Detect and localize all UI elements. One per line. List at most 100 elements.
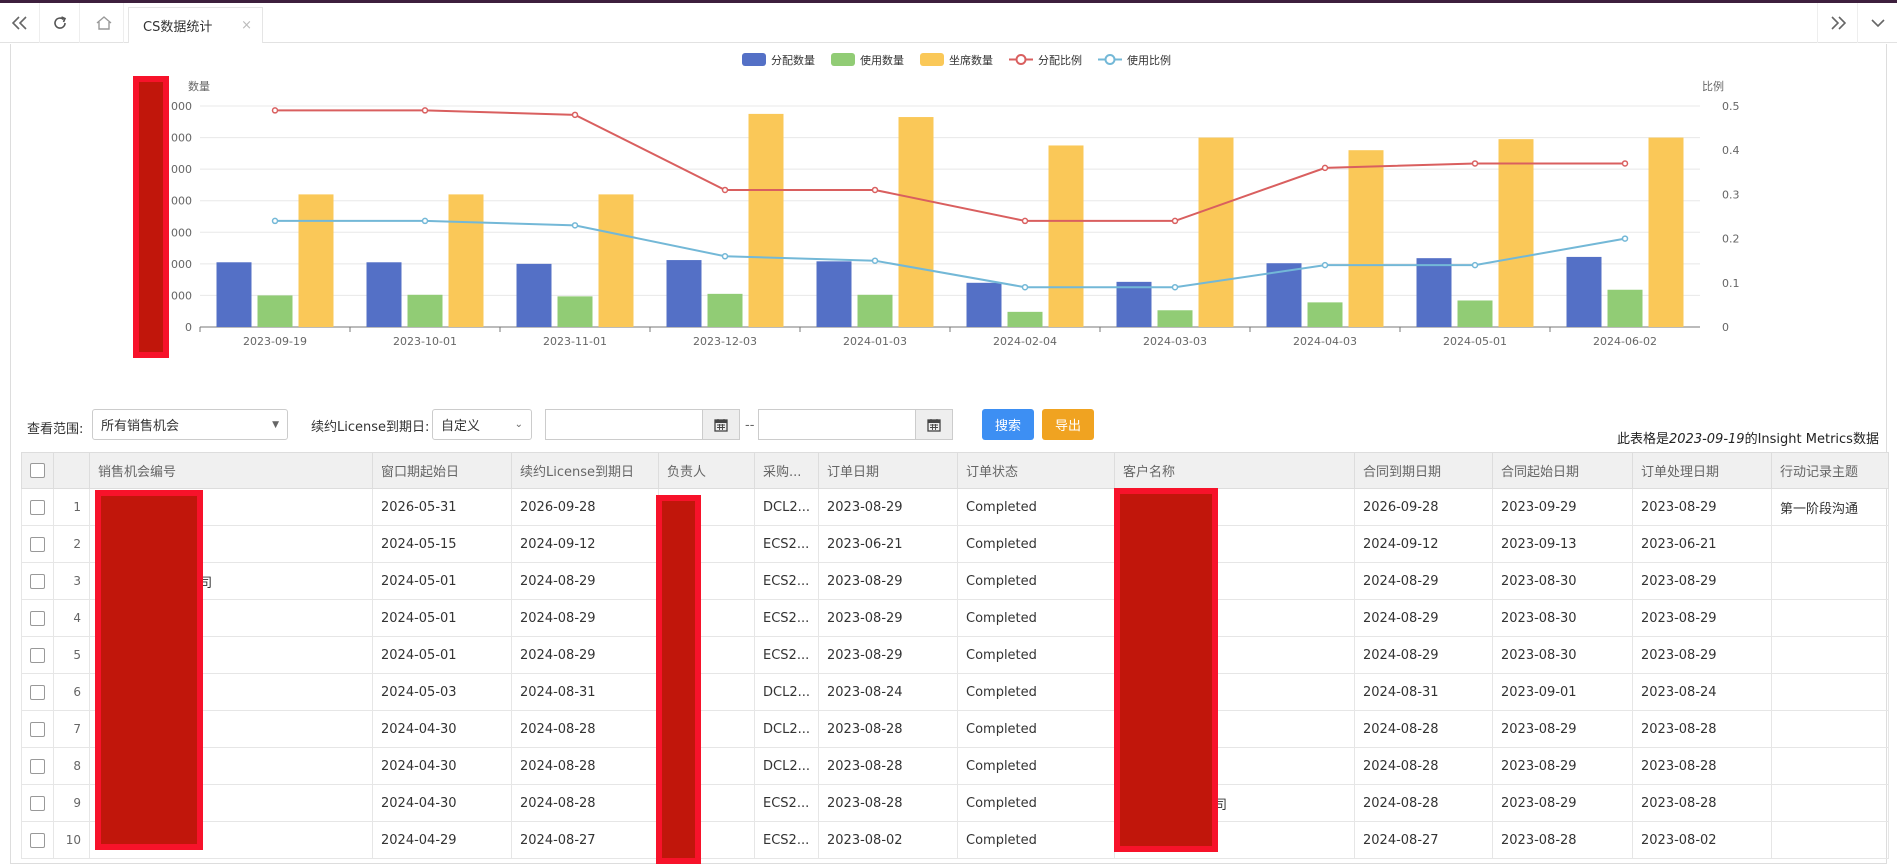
scope-select[interactable]: 所有销售机会 ▼ — [92, 409, 288, 440]
row-checkbox[interactable] — [30, 795, 45, 811]
col-purchase[interactable]: 采购... — [754, 452, 819, 489]
end-date-picker-button[interactable] — [915, 409, 953, 440]
export-button[interactable]: 导出 — [1042, 409, 1094, 440]
col-opportunity-no[interactable]: 销售机会编号 — [89, 452, 373, 489]
bar-坐席数量[interactable] — [1198, 137, 1234, 327]
bar-分配数量[interactable] — [1416, 258, 1452, 327]
point-使用比例[interactable] — [1171, 283, 1179, 291]
renew-range-select[interactable]: 自定义 ⌄ — [432, 409, 532, 440]
close-tab-icon[interactable]: × — [241, 18, 252, 33]
point-使用比例[interactable] — [1321, 261, 1329, 269]
row-checkbox[interactable] — [30, 684, 45, 700]
table-row[interactable]: 5咨询(北2024-05-012024-08-29ECS2...2023-08-… — [21, 636, 1889, 674]
point-分配比例[interactable] — [1171, 217, 1179, 225]
cell-action-subject[interactable] — [1771, 673, 1889, 711]
legend-swatch[interactable] — [742, 53, 766, 66]
select-all-cell[interactable] — [21, 452, 54, 489]
table-row[interactable]: 2 2024-05-15 2024-09-12 ECS2... 2023-06-21 Co… — [21, 525, 1889, 563]
tab-menu-button[interactable] — [1857, 3, 1897, 43]
col-window-start[interactable]: 窗口期起始日 — [372, 452, 512, 489]
cell-action-subject[interactable] — [1771, 562, 1889, 600]
legend-label[interactable]: 使用数量 — [860, 54, 904, 67]
bar-坐席数量[interactable] — [1348, 150, 1384, 327]
row-select-cell[interactable] — [21, 673, 54, 711]
bar-使用数量[interactable] — [1457, 300, 1493, 327]
point-使用比例[interactable] — [271, 217, 279, 225]
bar-使用数量[interactable] — [407, 294, 443, 327]
row-checkbox[interactable] — [30, 610, 45, 626]
home-button[interactable] — [84, 3, 124, 43]
col-order-status[interactable]: 订单状态 — [957, 452, 1115, 489]
bar-使用数量[interactable] — [857, 294, 893, 327]
point-使用比例[interactable] — [571, 222, 579, 229]
col-customer-name[interactable]: 客户名称 — [1114, 452, 1355, 489]
scroll-left-button[interactable] — [0, 3, 40, 43]
bar-使用数量[interactable] — [1157, 310, 1193, 327]
point-分配比例[interactable] — [1471, 160, 1479, 167]
legend-label[interactable]: 坐席数量 — [949, 53, 993, 67]
bar-使用数量[interactable] — [707, 293, 743, 327]
cell-action-subject[interactable]: 第一阶段沟通 — [1771, 488, 1889, 526]
point-使用比例[interactable] — [1621, 235, 1629, 242]
select-all-checkbox[interactable] — [30, 463, 45, 478]
bar-坐席数量[interactable] — [1048, 145, 1084, 327]
col-order-processed[interactable]: 订单处理日期 — [1632, 452, 1772, 489]
legend-swatch[interactable] — [920, 53, 944, 66]
point-分配比例[interactable] — [421, 107, 429, 114]
bar-分配数量[interactable] — [966, 282, 1002, 327]
chart-legend[interactable]: 分配数量 使用数量 坐席数量 分配比例 使用比例 — [742, 53, 1171, 67]
start-date-input[interactable] — [545, 409, 703, 440]
point-使用比例[interactable] — [871, 257, 879, 264]
point-分配比例[interactable] — [271, 107, 279, 114]
row-checkbox[interactable] — [30, 721, 45, 737]
cell-action-subject[interactable] — [1771, 599, 1889, 637]
point-使用比例[interactable] — [1021, 283, 1029, 291]
point-分配比例[interactable] — [871, 186, 879, 194]
legend-swatch[interactable] — [1015, 54, 1027, 65]
table-row[interactable]: 1州)有限公司2026-05-312026-09-28DCL2...2023-0… — [21, 488, 1889, 526]
row-select-cell[interactable] — [21, 488, 54, 526]
table-row[interactable]: 3咨询(北京)有限公司2024-05-012024-08-29ECS2...20… — [21, 562, 1889, 600]
bar-坐席数量[interactable] — [598, 194, 634, 327]
bar-坐席数量[interactable] — [898, 117, 934, 327]
bar-分配数量[interactable] — [216, 262, 252, 327]
point-使用比例[interactable] — [1471, 261, 1479, 269]
bar-坐席数量[interactable] — [1498, 139, 1534, 327]
col-owner[interactable]: 负责人 — [658, 452, 755, 489]
row-select-cell[interactable] — [21, 599, 54, 637]
table-row[interactable]: 6 2024-05-03 2024-08-31 DCL2... 2023-08-24 Co… — [21, 673, 1889, 711]
bar-使用数量[interactable] — [1307, 302, 1343, 327]
bar-使用数量[interactable] — [1607, 289, 1643, 327]
point-分配比例[interactable] — [1621, 160, 1629, 167]
cell-action-subject[interactable] — [1771, 636, 1889, 674]
point-使用比例[interactable] — [721, 253, 729, 260]
bar-分配数量[interactable] — [1116, 281, 1152, 327]
bar-使用数量[interactable] — [557, 296, 593, 327]
table-row[interactable]: 10有限公司2024-04-292024-08-27ECS2...2023-08… — [21, 821, 1889, 859]
cell-action-subject[interactable] — [1771, 710, 1889, 748]
end-date-input[interactable] — [758, 409, 916, 440]
start-date-picker-button[interactable] — [702, 409, 740, 440]
point-分配比例[interactable] — [721, 186, 729, 194]
refresh-button[interactable] — [40, 3, 80, 43]
cell-action-subject[interactable] — [1771, 784, 1889, 822]
row-select-cell[interactable] — [21, 562, 54, 600]
col-contract-end[interactable]: 合同到期日期 — [1354, 452, 1493, 489]
point-使用比例[interactable] — [421, 217, 429, 225]
search-button[interactable]: 搜索 — [982, 409, 1034, 440]
point-分配比例[interactable] — [571, 111, 579, 119]
row-select-cell[interactable] — [21, 525, 54, 563]
col-license-expiry[interactable]: 续约License到期日 — [511, 452, 659, 489]
bar-坐席数量[interactable] — [298, 194, 334, 327]
bar-使用数量[interactable] — [1007, 311, 1043, 327]
table-row[interactable]: 4咨询(北2024-05-012024-08-29ECS2...2023-08-… — [21, 599, 1889, 637]
bar-分配数量[interactable] — [816, 261, 852, 327]
legend-swatch[interactable] — [831, 53, 855, 66]
bar-坐席数量[interactable] — [448, 194, 484, 327]
row-checkbox[interactable] — [30, 758, 45, 774]
scroll-right-button[interactable] — [1817, 3, 1857, 43]
table-row[interactable]: 8有限公2024-04-302024-08-28DCL2...2023-08-2… — [21, 747, 1889, 785]
row-checkbox[interactable] — [30, 573, 45, 589]
col-order-date[interactable]: 订单日期 — [818, 452, 958, 489]
row-select-cell[interactable] — [21, 821, 54, 859]
